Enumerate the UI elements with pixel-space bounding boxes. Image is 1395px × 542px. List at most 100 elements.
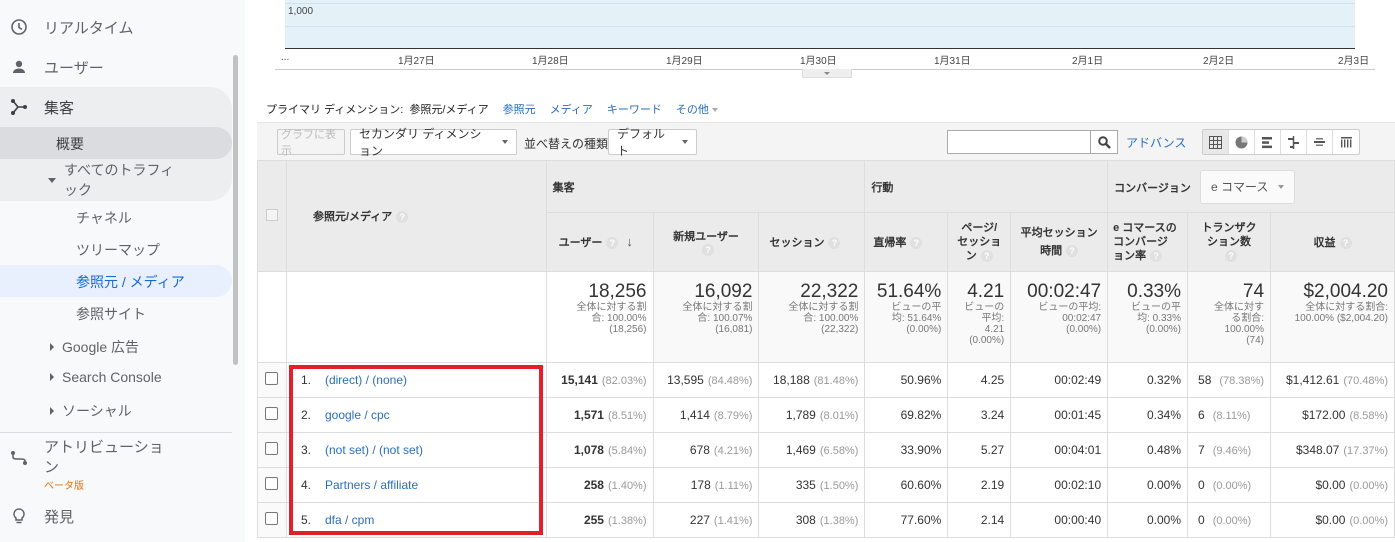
view-term-cloud-button[interactable] (1307, 130, 1333, 154)
column-header-ecommerce-conversion-rate[interactable]: e コマースの コンバージ ョン率? (1107, 212, 1189, 272)
view-pie-button[interactable] (1229, 130, 1255, 154)
users-cell: 1,571 (8.51%) (545, 397, 654, 433)
view-pivot-button[interactable] (1333, 130, 1359, 154)
sidebar-item-all-traffic[interactable]: すべてのトラフィ ック (48, 160, 174, 200)
search-button[interactable] (1091, 130, 1118, 154)
primary-dimension-medium[interactable]: メディア (550, 101, 593, 117)
help-icon[interactable]: ? (606, 237, 619, 250)
revenue-cell: $348.07 (17.37%) (1270, 432, 1395, 468)
help-icon[interactable]: ? (701, 244, 714, 257)
sessions-cell: 335 (1.50%) (758, 467, 866, 503)
column-header-avg-session-duration[interactable]: 平均セッション 時間? (1010, 212, 1109, 272)
plot-rows-button[interactable]: グラフに表示 (277, 129, 345, 157)
conversion-type-dropdown[interactable]: e コマース (1199, 169, 1296, 204)
new-users-cell: 227 (1.41%) (652, 502, 760, 538)
chart-area-fill (285, 0, 1355, 48)
help-icon[interactable]: ? (1225, 250, 1238, 263)
row-checkbox[interactable] (265, 442, 279, 455)
column-header-bounce-rate[interactable]: 直帰率? (864, 212, 949, 272)
primary-dimension-current: 参照元/メディア (409, 104, 489, 116)
acquisition-icon (10, 98, 28, 116)
column-header-sessions[interactable]: セッション? (758, 212, 866, 272)
ecommerce-conversion-rate-cell: 0.32% (1107, 362, 1189, 398)
table-row: 4. Partners / affiliate 258 (1.40%) 178 (1.… (257, 467, 1395, 503)
sidebar-item-realtime[interactable]: リアルタイム (0, 7, 232, 47)
dimension-link[interactable]: dfa / cpm (325, 513, 374, 527)
sidebar-item-source-medium[interactable]: 参照元 / メディア (76, 272, 185, 292)
view-table-button[interactable] (1203, 130, 1229, 154)
column-header-new-users[interactable]: 新規ユーザー? (652, 212, 760, 272)
table-row: 2. google / cpc 1,571 (8.51%) 1,414 (8.79%)… (257, 397, 1395, 433)
help-icon[interactable]: ? (1339, 237, 1352, 250)
row-checkbox[interactable] (265, 512, 279, 525)
row-checkbox-cell (257, 502, 287, 538)
avg-session-duration-cell: 00:02:49 (1010, 362, 1109, 398)
ecommerce-conversion-rate-cell: 0.48% (1107, 432, 1189, 468)
help-icon[interactable]: ? (1150, 250, 1163, 263)
sidebar-item-search-console[interactable]: Search Console (50, 369, 162, 385)
help-icon[interactable]: ? (396, 211, 409, 224)
chart-collapse-toggle[interactable] (802, 69, 852, 78)
sidebar: リアルタイム ユーザー 集客 概要 すべてのトラフィ ック チャネル ツリーマッ… (0, 0, 245, 542)
x-tick-label: 1月29日 (666, 56, 703, 67)
sidebar-scrollbar[interactable] (233, 55, 238, 365)
comparison-icon (1288, 135, 1299, 149)
sidebar-item-overview[interactable]: 概要 (56, 134, 84, 154)
column-header-transactions[interactable]: トランザク ション数? (1187, 212, 1272, 272)
primary-dimension-source[interactable]: 参照元 (503, 101, 536, 117)
dimension-cell: 3. (not set) / (not set) (285, 432, 547, 468)
row-checkbox[interactable] (265, 372, 279, 385)
secondary-dimension-dropdown[interactable]: セカンダリ ディメンション (350, 127, 517, 158)
sidebar-item-acquisition[interactable]: 集客 (0, 87, 232, 127)
sidebar-item-referrals[interactable]: 参照サイト (76, 304, 146, 324)
column-header-pages-per-session[interactable]: ページ/ セッショ ン? (947, 212, 1012, 272)
attribution-icon (10, 449, 28, 467)
table-search-input[interactable] (947, 130, 1091, 154)
help-icon[interactable]: ? (910, 237, 923, 250)
ecommerce-conversion-rate-cell: 0.34% (1107, 397, 1189, 433)
column-header-users[interactable]: ユーザー? ↓ (545, 212, 654, 272)
row-index: 5. (300, 513, 311, 527)
dimension-header[interactable]: 参照元/メディア? (285, 160, 547, 272)
dimension-link[interactable]: (not set) / (not set) (325, 443, 423, 457)
help-icon[interactable]: ? (980, 250, 993, 263)
total-ecommerce-conversion-rate: 0.33% ビューの平 均: 0.33% (0.00%) (1107, 271, 1189, 363)
primary-dimension-other[interactable]: その他 (676, 101, 718, 117)
row-checkbox[interactable] (265, 477, 279, 490)
dimension-link[interactable]: Partners / affiliate (325, 478, 418, 492)
view-comparison-button[interactable] (1281, 130, 1307, 154)
revenue-cell: $172.00 (8.58%) (1270, 397, 1395, 433)
sessions-cell: 1,469 (6.58%) (758, 432, 866, 468)
row-checkbox-cell (257, 432, 287, 468)
dimension-link[interactable]: google / cpc (325, 408, 390, 422)
advanced-filter-link[interactable]: アドバンス (1126, 134, 1186, 151)
row-checkbox-cell (257, 362, 287, 398)
x-tick-label: 1月28日 (532, 56, 569, 67)
primary-dimension-label: プライマリ ディメンション: (266, 104, 404, 116)
users-cell: 258 (1.40%) (545, 467, 654, 503)
help-icon[interactable]: ? (1066, 245, 1079, 258)
primary-dimension-keyword[interactable]: キーワード (607, 101, 662, 117)
help-icon[interactable]: ? (828, 237, 841, 250)
sidebar-item-social[interactable]: ソーシャル (50, 401, 132, 421)
pages-per-session-cell: 5.27 (947, 432, 1012, 468)
view-performance-button[interactable] (1255, 130, 1281, 154)
sidebar-item-discover[interactable]: 発見 (10, 506, 74, 526)
sort-type-dropdown[interactable]: デフォルト (608, 127, 697, 158)
sidebar-item-google-ads[interactable]: Google 広告 (50, 337, 139, 357)
data-table: 参照元/メディア? 集客 行動 コンバージョン e コマース ユーザー? ↓ 新規… (257, 160, 1395, 538)
row-checkbox[interactable] (265, 407, 279, 420)
pages-per-session-cell: 3.24 (947, 397, 1012, 433)
totals-blank (257, 271, 287, 363)
users-cell: 255 (1.38%) (545, 502, 654, 538)
dimension-cell: 5. dfa / cpm (285, 502, 547, 538)
column-header-revenue[interactable]: 収益? (1270, 212, 1395, 272)
select-all-checkbox[interactable] (265, 208, 278, 221)
total-users: 18,256 全体に対する割 合: 100.00% (18,256) (545, 271, 654, 363)
sidebar-item-treemap[interactable]: ツリーマップ (76, 240, 160, 260)
sidebar-item-users[interactable]: ユーザー (0, 47, 232, 87)
sidebar-item-channels[interactable]: チャネル (76, 208, 132, 228)
dimension-link[interactable]: (direct) / (none) (325, 373, 407, 387)
sidebar-item-attribution[interactable]: アトリビューショ ン (10, 438, 164, 478)
new-users-cell: 1,414 (8.79%) (652, 397, 760, 433)
